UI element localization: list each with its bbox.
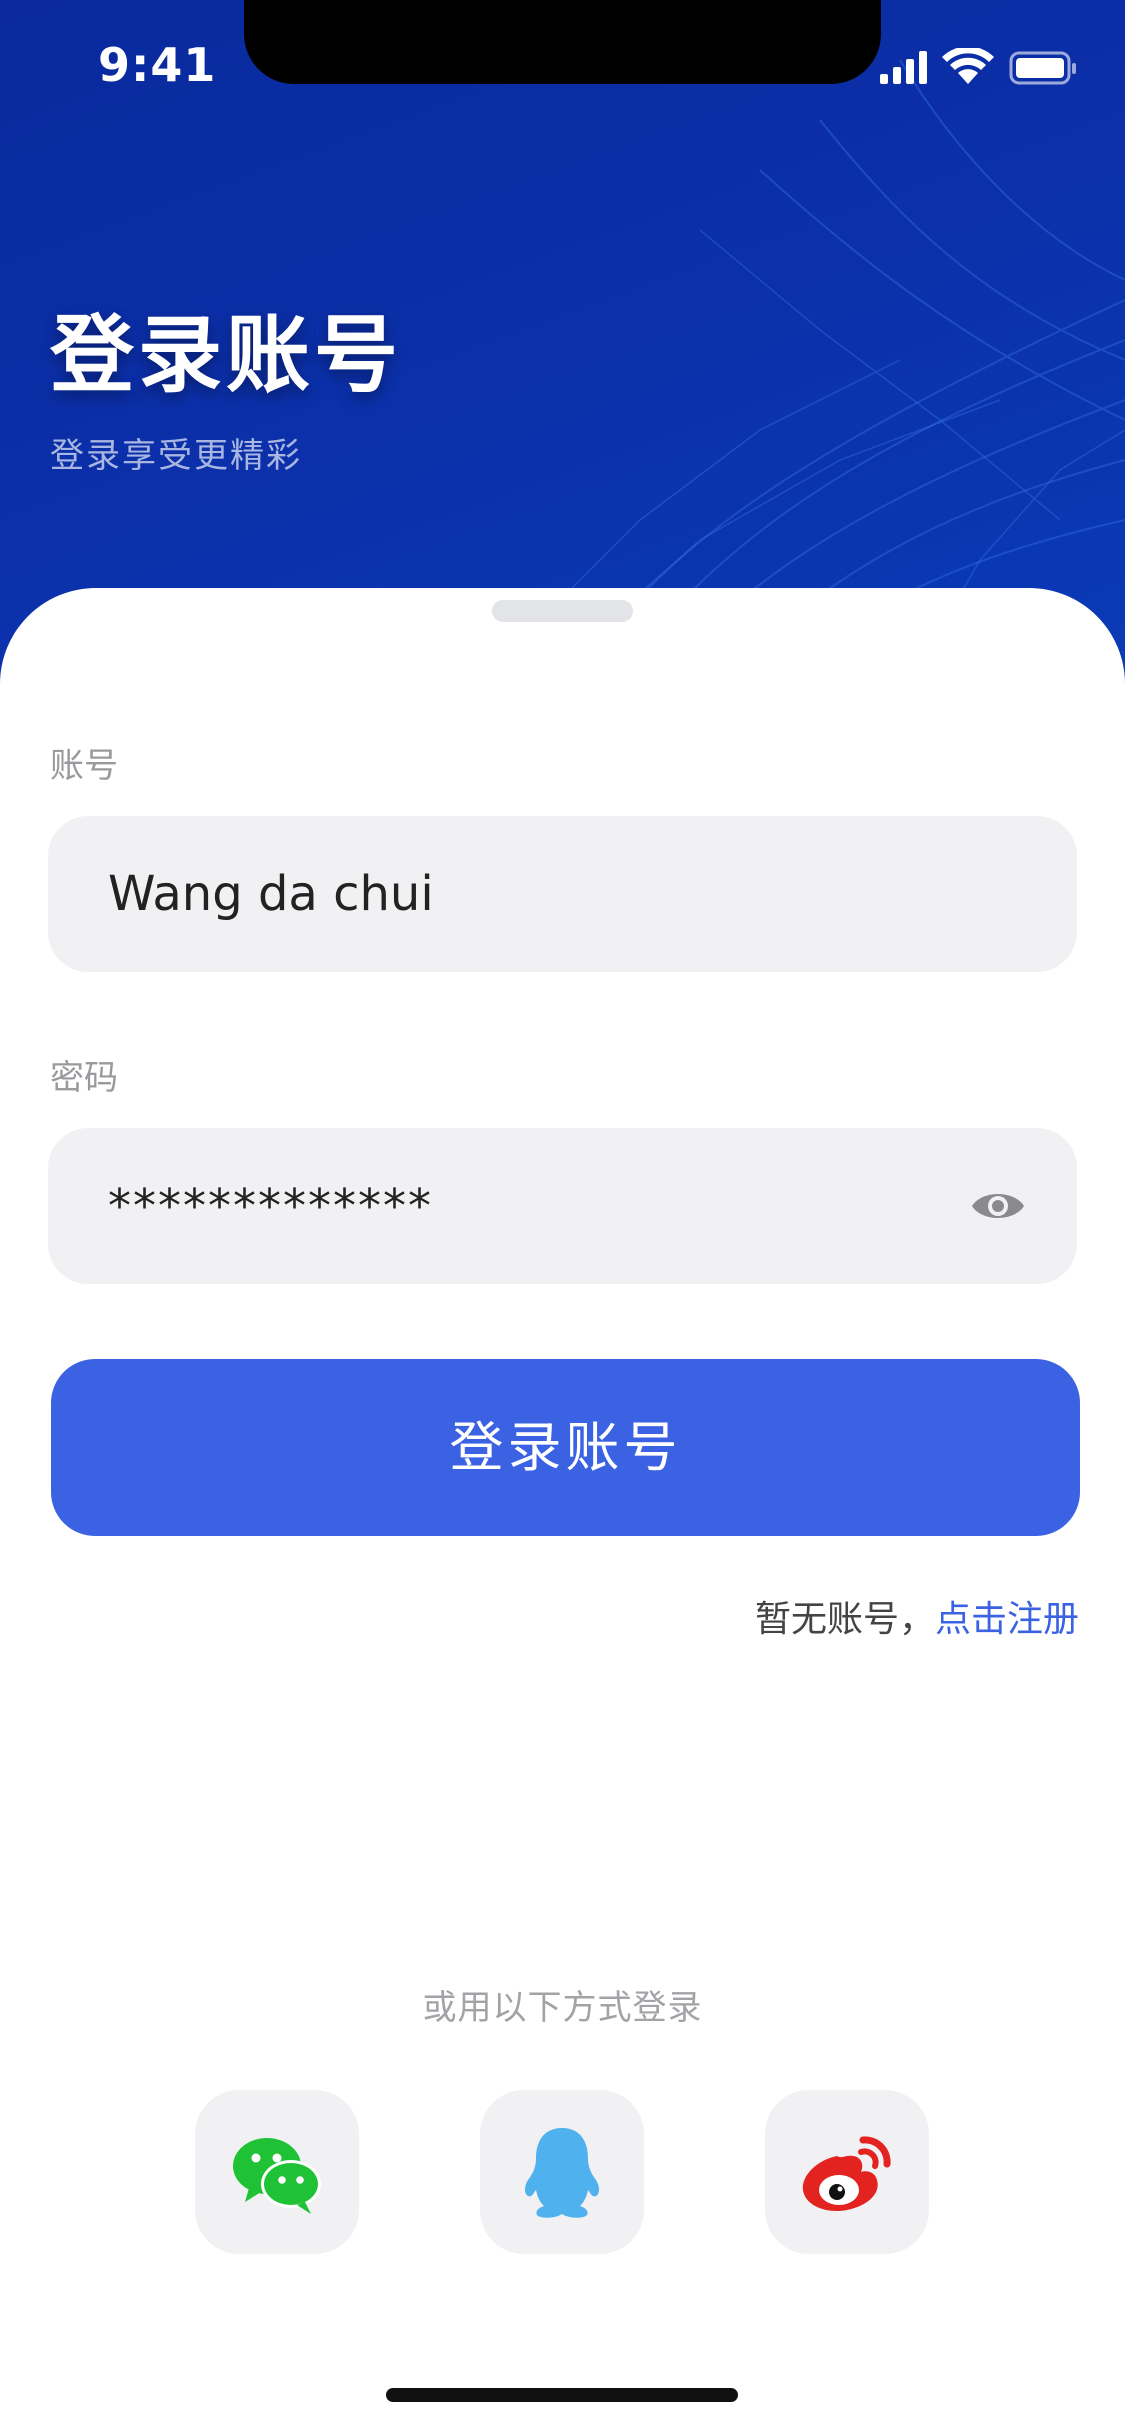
page-subtitle: 登录享受更精彩 [50,436,302,476]
qq-login-button[interactable] [480,2090,644,2254]
eye-icon[interactable] [970,1184,1026,1228]
weibo-icon [802,2136,891,2212]
weibo-login-button[interactable] [765,2090,929,2254]
register-row: 暂无账号，点击注册 [755,1590,1079,1642]
login-screen: 9:41 登录账号 登录享受更精彩 账号 Wang da chui 密码 ***… [0,0,1125,2436]
signal-icon [880,51,927,84]
account-input-value[interactable]: Wang da chui [108,816,434,972]
page-title: 登录账号 [50,306,403,404]
status-bar-time: 9:41 [98,38,217,92]
wifi-icon [942,48,994,84]
battery-icon [1009,51,1076,85]
password-input-value[interactable]: ************* [108,1128,433,1284]
sheet-grabber[interactable] [492,600,633,622]
login-card: 账号 Wang da chui 密码 ************* 登录账号 暂无… [0,588,1125,2436]
login-button[interactable]: 登录账号 [51,1359,1080,1536]
account-label: 账号 [50,746,118,786]
wechat-icon [233,2138,321,2214]
password-field[interactable]: ************* [48,1128,1077,1284]
password-label: 密码 [50,1058,118,1098]
account-field[interactable]: Wang da chui [48,816,1077,972]
home-indicator[interactable] [386,2388,738,2402]
register-prompt: 暂无账号， [754,1599,935,1640]
wechat-login-button[interactable] [195,2090,359,2254]
qq-icon [525,2128,599,2218]
alternate-login-label: 或用以下方式登录 [422,1988,703,2028]
device-notch [244,0,881,84]
status-bar-icons [880,48,1076,85]
register-link[interactable]: 点击注册 [935,1599,1079,1640]
